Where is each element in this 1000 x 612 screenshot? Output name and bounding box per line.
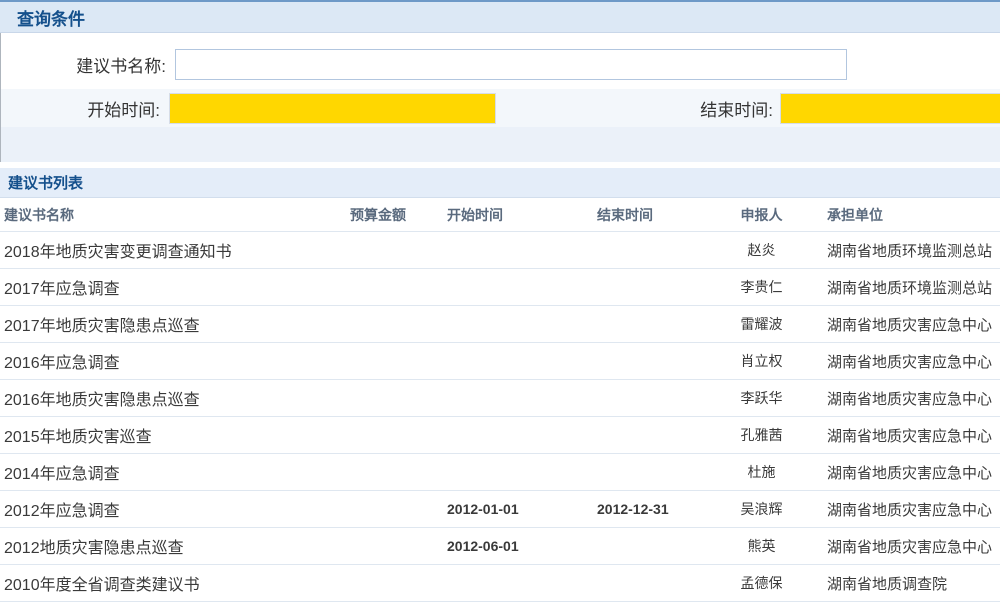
cell-applicant: 孟德保	[700, 573, 823, 593]
table-row[interactable]: 2015年地质灾害巡查 孔雅茜 湖南省地质灾害应急中心	[0, 417, 1000, 454]
table-row[interactable]: 2010年度全省调查类建议书 孟德保 湖南省地质调查院	[0, 565, 1000, 602]
cell-unit: 湖南省地质环境监测总站	[823, 240, 1000, 261]
cell-proposal-name: 2012地质灾害隐患点巡查	[0, 534, 346, 558]
cell-proposal-name: 2016年地质灾害隐患点巡查	[0, 386, 346, 410]
proposal-name-input[interactable]	[175, 49, 847, 80]
proposal-list-panel: 建议书列表 建议书名称 预算金额 开始时间 结束时间 申报人 承担单位 2018…	[0, 168, 1000, 602]
column-header-start: 开始时间	[443, 205, 593, 225]
table-header-row: 建议书名称 预算金额 开始时间 结束时间 申报人 承担单位	[0, 198, 1000, 232]
cell-unit: 湖南省地质灾害应急中心	[823, 351, 1000, 372]
cell-unit: 湖南省地质调查院	[823, 573, 1000, 594]
cell-applicant: 熊英	[700, 536, 823, 556]
proposal-name-label: 建议书名称:	[1, 52, 166, 77]
end-time-input[interactable]	[780, 93, 1000, 124]
list-panel-title: 建议书列表	[8, 172, 83, 193]
table-row[interactable]: 2016年地质灾害隐患点巡查 李跃华 湖南省地质灾害应急中心	[0, 380, 1000, 417]
table-row[interactable]: 2016年应急调查 肖立权 湖南省地质灾害应急中心	[0, 343, 1000, 380]
cell-applicant: 赵炎	[700, 240, 823, 260]
column-header-applicant: 申报人	[700, 205, 823, 225]
cell-proposal-name: 2015年地质灾害巡查	[0, 423, 346, 447]
cell-applicant: 李跃华	[700, 388, 823, 408]
time-range-row: 开始时间: 结束时间:	[1, 89, 1000, 127]
cell-proposal-name: 2010年度全省调查类建议书	[0, 571, 346, 595]
end-time-label: 结束时间:	[496, 96, 773, 121]
column-header-name: 建议书名称	[0, 205, 346, 225]
table-row[interactable]: 2012年应急调查 2012-01-01 2012-12-31 吴浪辉 湖南省地…	[0, 491, 1000, 528]
cell-applicant: 李贵仁	[700, 277, 823, 297]
column-header-budget: 预算金额	[346, 205, 443, 225]
cell-start-time: 2012-01-01	[443, 501, 593, 517]
column-header-unit: 承担单位	[823, 205, 1000, 225]
list-panel-header: 建议书列表	[0, 168, 1000, 198]
cell-proposal-name: 2012年应急调查	[0, 497, 346, 521]
cell-proposal-name: 2018年地质灾害变更调查通知书	[0, 238, 346, 262]
cell-unit: 湖南省地质灾害应急中心	[823, 536, 1000, 557]
cell-applicant: 杜施	[700, 462, 823, 482]
panel-spacer	[0, 33, 1000, 40]
cell-unit: 湖南省地质灾害应急中心	[823, 388, 1000, 409]
query-conditions-panel: 查询条件 建议书名称: 开始时间: 结束时间:	[0, 0, 1000, 162]
cell-unit: 湖南省地质灾害应急中心	[823, 499, 1000, 520]
cell-applicant: 雷耀波	[700, 314, 823, 334]
query-panel-title: 查询条件	[17, 5, 85, 30]
cell-proposal-name: 2017年应急调查	[0, 275, 346, 299]
start-time-input[interactable]	[169, 93, 496, 124]
cell-unit: 湖南省地质灾害应急中心	[823, 314, 1000, 335]
table-row[interactable]: 2017年应急调查 李贵仁 湖南省地质环境监测总站	[0, 269, 1000, 306]
start-time-label: 开始时间:	[1, 96, 160, 121]
cell-unit: 湖南省地质环境监测总站	[823, 277, 1000, 298]
cell-unit: 湖南省地质灾害应急中心	[823, 462, 1000, 483]
query-panel-header: 查询条件	[0, 2, 1000, 33]
cell-proposal-name: 2016年应急调查	[0, 349, 346, 373]
cell-proposal-name: 2014年应急调查	[0, 460, 346, 484]
query-form: 建议书名称: 开始时间: 结束时间:	[0, 40, 1000, 162]
table-row[interactable]: 2014年应急调查 杜施 湖南省地质灾害应急中心	[0, 454, 1000, 491]
table-row[interactable]: 2017年地质灾害隐患点巡查 雷耀波 湖南省地质灾害应急中心	[0, 306, 1000, 343]
cell-applicant: 肖立权	[700, 351, 823, 371]
cell-applicant: 吴浪辉	[700, 499, 823, 519]
cell-proposal-name: 2017年地质灾害隐患点巡查	[0, 312, 346, 336]
cell-unit: 湖南省地质灾害应急中心	[823, 425, 1000, 446]
cell-end-time: 2012-12-31	[593, 501, 700, 517]
table-row[interactable]: 2018年地质灾害变更调查通知书 赵炎 湖南省地质环境监测总站	[0, 232, 1000, 269]
query-panel-footer	[1, 127, 1000, 162]
cell-start-time: 2012-06-01	[443, 538, 593, 554]
cell-applicant: 孔雅茜	[700, 425, 823, 445]
proposal-name-row: 建议书名称:	[1, 40, 1000, 89]
column-header-end: 结束时间	[593, 205, 700, 225]
table-row[interactable]: 2012地质灾害隐患点巡查 2012-06-01 熊英 湖南省地质灾害应急中心	[0, 528, 1000, 565]
